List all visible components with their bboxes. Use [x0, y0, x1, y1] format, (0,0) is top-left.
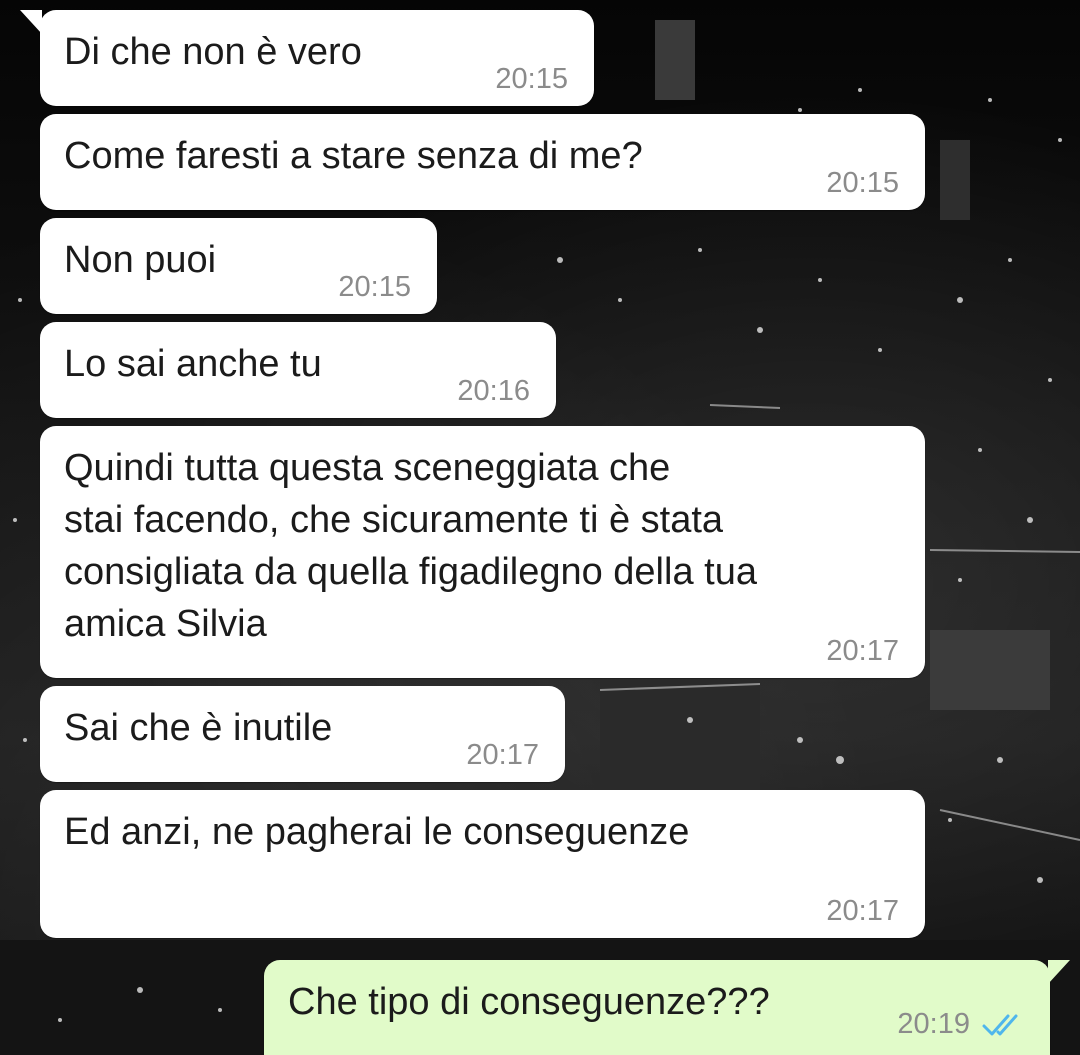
message-bubble[interactable]: Non puoi 20:15: [40, 218, 437, 314]
message-text: Di che non è vero: [64, 31, 362, 73]
message-time: 20:15: [495, 63, 568, 95]
message-time: 20:15: [826, 167, 899, 199]
message-bubble-outgoing[interactable]: Che tipo di conseguenze??? 20:19: [264, 960, 1070, 1055]
bubble-tail: [1048, 960, 1070, 984]
message-bubble[interactable]: Ed anzi, ne pagherai le conseguenze 20:1…: [40, 790, 925, 938]
message-time: 20:17: [826, 895, 899, 927]
message-time: 20:17: [466, 739, 539, 771]
message-bubble[interactable]: Come faresti a stare senza di me? 20:15: [40, 114, 925, 210]
message-bubble[interactable]: Quindi tutta questa sceneggiata che stai…: [40, 426, 925, 678]
message-text: Come faresti a stare senza di me?: [64, 135, 643, 177]
message-time: 20:17: [826, 635, 899, 667]
message-bubble[interactable]: Sai che è inutile 20:17: [40, 686, 565, 782]
message-time: 20:19: [897, 1008, 1024, 1041]
message-time: 20:16: [457, 375, 530, 407]
message-time: 20:15: [338, 271, 411, 303]
message-bubble[interactable]: Lo sai anche tu 20:16: [40, 322, 556, 418]
message-text: Quindi tutta questa sceneggiata che stai…: [64, 447, 757, 645]
read-double-check-icon: [982, 1011, 1024, 1039]
bubble-tail: [20, 10, 42, 34]
message-bubble[interactable]: Di che non è vero 20:15: [20, 10, 594, 106]
message-text: Ed anzi, ne pagherai le conseguenze: [64, 811, 690, 853]
